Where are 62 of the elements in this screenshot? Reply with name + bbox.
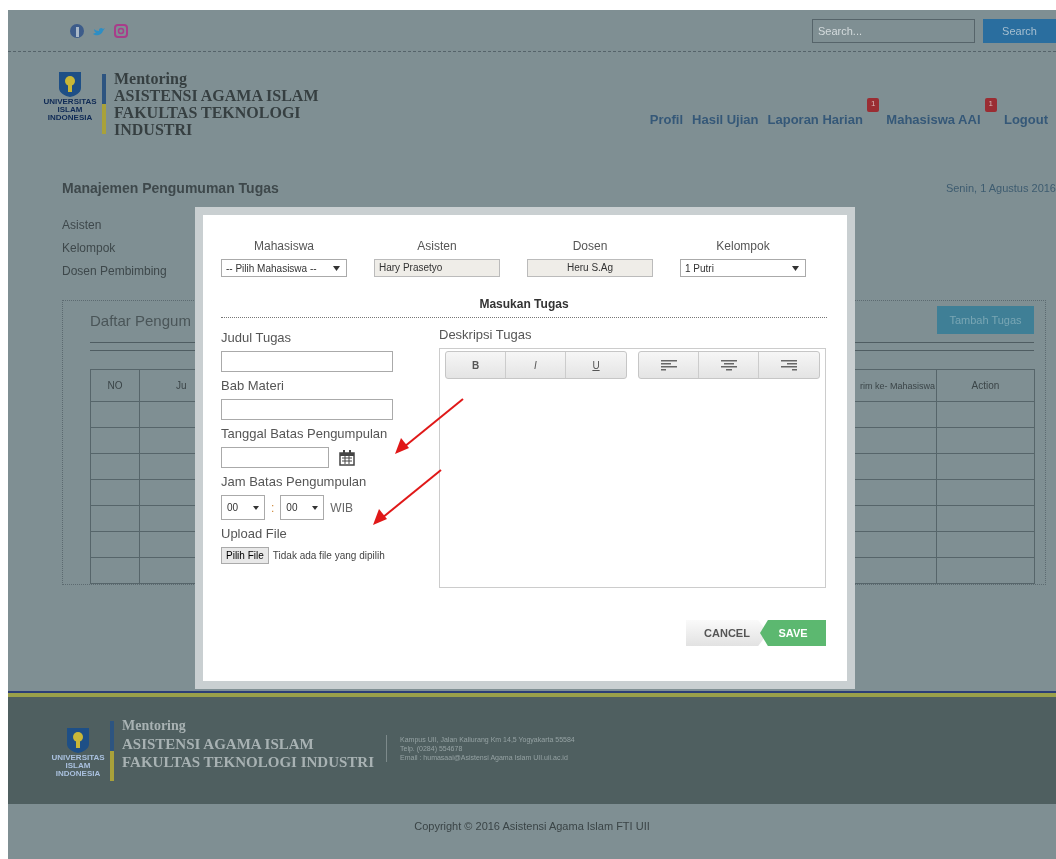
readonly-field: Hary Prasetyo [374, 259, 500, 277]
calendar-icon [339, 449, 355, 466]
field-label: Deskripsi Tugas [439, 327, 533, 342]
readonly-field: Heru S.Ag [527, 259, 653, 277]
notification-badge: 1 [866, 98, 880, 112]
format-button[interactable]: I [506, 352, 566, 378]
notification-badge: 1 [984, 98, 997, 112]
file-status: Tidak ada file yang dipilih [272, 550, 385, 561]
brand-title-line: ASISTENSI AGAMA ISLAM [122, 734, 315, 753]
brand-subtitle: Mentoring [114, 70, 188, 87]
field-label: Tanggal Batas Pengumpulan [221, 426, 389, 441]
caret-icon [312, 505, 319, 510]
caret-icon [253, 505, 259, 510]
field-label: Dosen [571, 239, 609, 253]
align-center-icon [720, 359, 737, 371]
text-editor[interactable]: B I U [439, 348, 826, 588]
input-field[interactable] [221, 351, 393, 372]
caret-icon [333, 265, 340, 271]
field-label: Judul Tugas [221, 330, 293, 345]
field-label: Mahasiswa [253, 239, 315, 253]
time-separator: : [271, 500, 275, 515]
section-title: Masukan Tugas [221, 297, 827, 318]
format-button[interactable]: B [446, 352, 506, 378]
shield-icon [65, 725, 91, 754]
column-header: Action [936, 369, 1035, 402]
dropdown[interactable]: 1 Putri [680, 259, 806, 277]
brand-title-line: ASISTENSI AGAMA ISLAM [114, 87, 319, 104]
field-label: Upload File [221, 526, 288, 541]
input-field[interactable] [221, 399, 393, 420]
filter-label: Kelompok [62, 241, 116, 255]
filter-label: Asisten [62, 218, 102, 232]
circle-icon [70, 23, 84, 38]
field-label: Bab Materi [221, 378, 285, 393]
university-name: UNIVERSITAS ISLAM INDONESIA [43, 98, 97, 122]
annotation-arrow [395, 398, 464, 454]
time-dropdown[interactable]: 00 [280, 495, 325, 520]
camera-icon [114, 23, 128, 38]
filter-label: Dosen Pembimbing [62, 264, 167, 278]
time-zone-label: WIB [330, 500, 353, 515]
choose-file-button[interactable]: Pilih File [221, 547, 269, 564]
date-field[interactable] [221, 447, 329, 468]
brand-title-line: INDUSTRI [114, 121, 194, 138]
brand-title-line: FAKULTAS TEKNOLOGI [114, 104, 302, 121]
time-dropdown[interactable]: 00 [221, 495, 265, 520]
align-right-icon [781, 359, 797, 371]
date-label: Senin, 1 Agustus 2016 [945, 182, 1056, 194]
brand-title-line: FAKULTAS TEKNOLOGI INDUSTRI [122, 752, 374, 771]
university-name: UNIVERSITAS ISLAM INDONESIA [51, 753, 105, 778]
page-title: Manajemen Pengumuman Tugas [62, 180, 279, 196]
panel-title: Daftar Pengum [90, 311, 191, 329]
annotation-arrow [373, 469, 442, 525]
column-header: NO [90, 369, 140, 402]
align-left-icon [660, 359, 677, 371]
brand-subtitle: Mentoring [122, 716, 187, 735]
shield-icon [57, 70, 83, 98]
field-label: Jam Batas Pengumpulan [221, 474, 368, 489]
dropdown[interactable]: -- Pilih Mahasiswa -- [221, 259, 347, 277]
copyright-text: Copyright © 2016 Asistensi Agama Islam FTI UII [414, 820, 650, 832]
search-field[interactable]: Search... [812, 18, 975, 43]
caret-icon [792, 265, 799, 271]
field-label: Asisten [416, 239, 458, 253]
field-label: Kelompok [715, 239, 771, 253]
